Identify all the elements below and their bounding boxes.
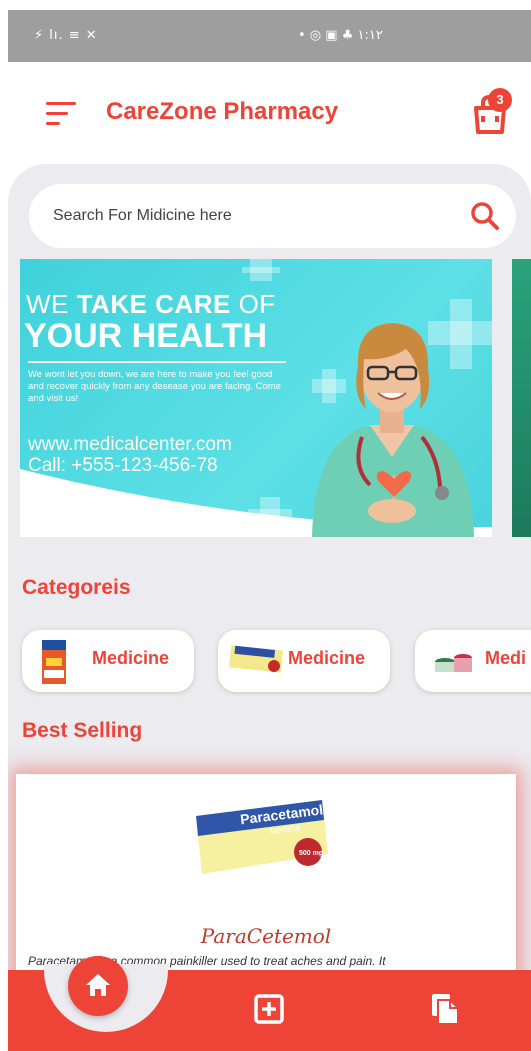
category-label: Medi bbox=[485, 648, 527, 668]
plus-decoration bbox=[242, 267, 280, 273]
status-time: • ◎ ▣ ♣ ١:١٢ bbox=[298, 28, 383, 43]
search-icon[interactable] bbox=[469, 200, 501, 232]
category-card[interactable]: Medicine bbox=[218, 630, 390, 692]
categories-title: Categoreis bbox=[22, 576, 131, 599]
paracetamol-box-image bbox=[228, 645, 284, 673]
banner-phone: Call: +555-123-456-78 bbox=[28, 455, 218, 476]
app-screen: CareZone Pharmacy 3 Search For Midicine … bbox=[8, 62, 531, 1051]
next-banner-peek[interactable] bbox=[512, 259, 531, 537]
app-title: CareZone Pharmacy bbox=[106, 98, 339, 125]
banner-divider bbox=[28, 361, 286, 363]
category-label: Medicine bbox=[92, 648, 170, 668]
banner-headline: WE TAKE CARE OF bbox=[26, 289, 276, 319]
app-bar: CareZone Pharmacy 3 bbox=[8, 62, 531, 162]
main-content: WE TAKE CARE OF YOUR HEALTH We wont let … bbox=[8, 164, 531, 1051]
copy-icon[interactable] bbox=[428, 992, 462, 1026]
category-card[interactable]: Medi bbox=[415, 630, 531, 692]
search-bar bbox=[29, 184, 516, 248]
best-selling-title: Best Selling bbox=[22, 719, 143, 742]
promo-banner[interactable]: WE TAKE CARE OF YOUR HEALTH We wont let … bbox=[20, 259, 492, 537]
home-nav-button[interactable] bbox=[68, 956, 128, 1016]
bottom-navigation bbox=[8, 956, 531, 1051]
banner-headline-2: YOUR HEALTH bbox=[24, 317, 268, 355]
home-icon bbox=[86, 974, 110, 996]
cream-jars-image bbox=[435, 654, 472, 672]
banner-body: We wont let you down, we are here to mak… bbox=[28, 369, 281, 404]
category-label: Medicine bbox=[288, 648, 366, 668]
panadol-box-image bbox=[42, 640, 66, 684]
product-name: ParaCetemol bbox=[200, 924, 332, 948]
banner-url: www.medicalcenter.com bbox=[28, 434, 232, 455]
cart-count-badge: 3 bbox=[488, 88, 512, 112]
svg-text:500 mg: 500 mg bbox=[299, 850, 323, 857]
add-box-icon[interactable] bbox=[252, 992, 286, 1026]
status-bar: ⚡ lı. ≡ ✕ • ◎ ▣ ♣ ١:١٢ bbox=[8, 10, 531, 62]
search-input[interactable] bbox=[53, 200, 443, 232]
paracetamol-box-image: Paracetamol farmina 500 mg bbox=[196, 800, 328, 874]
category-card[interactable]: Medicine bbox=[22, 630, 194, 692]
menu-icon[interactable] bbox=[46, 102, 76, 126]
doctor-illustration bbox=[312, 323, 474, 537]
status-left-icons: ⚡ lı. ≡ ✕ bbox=[34, 28, 98, 43]
